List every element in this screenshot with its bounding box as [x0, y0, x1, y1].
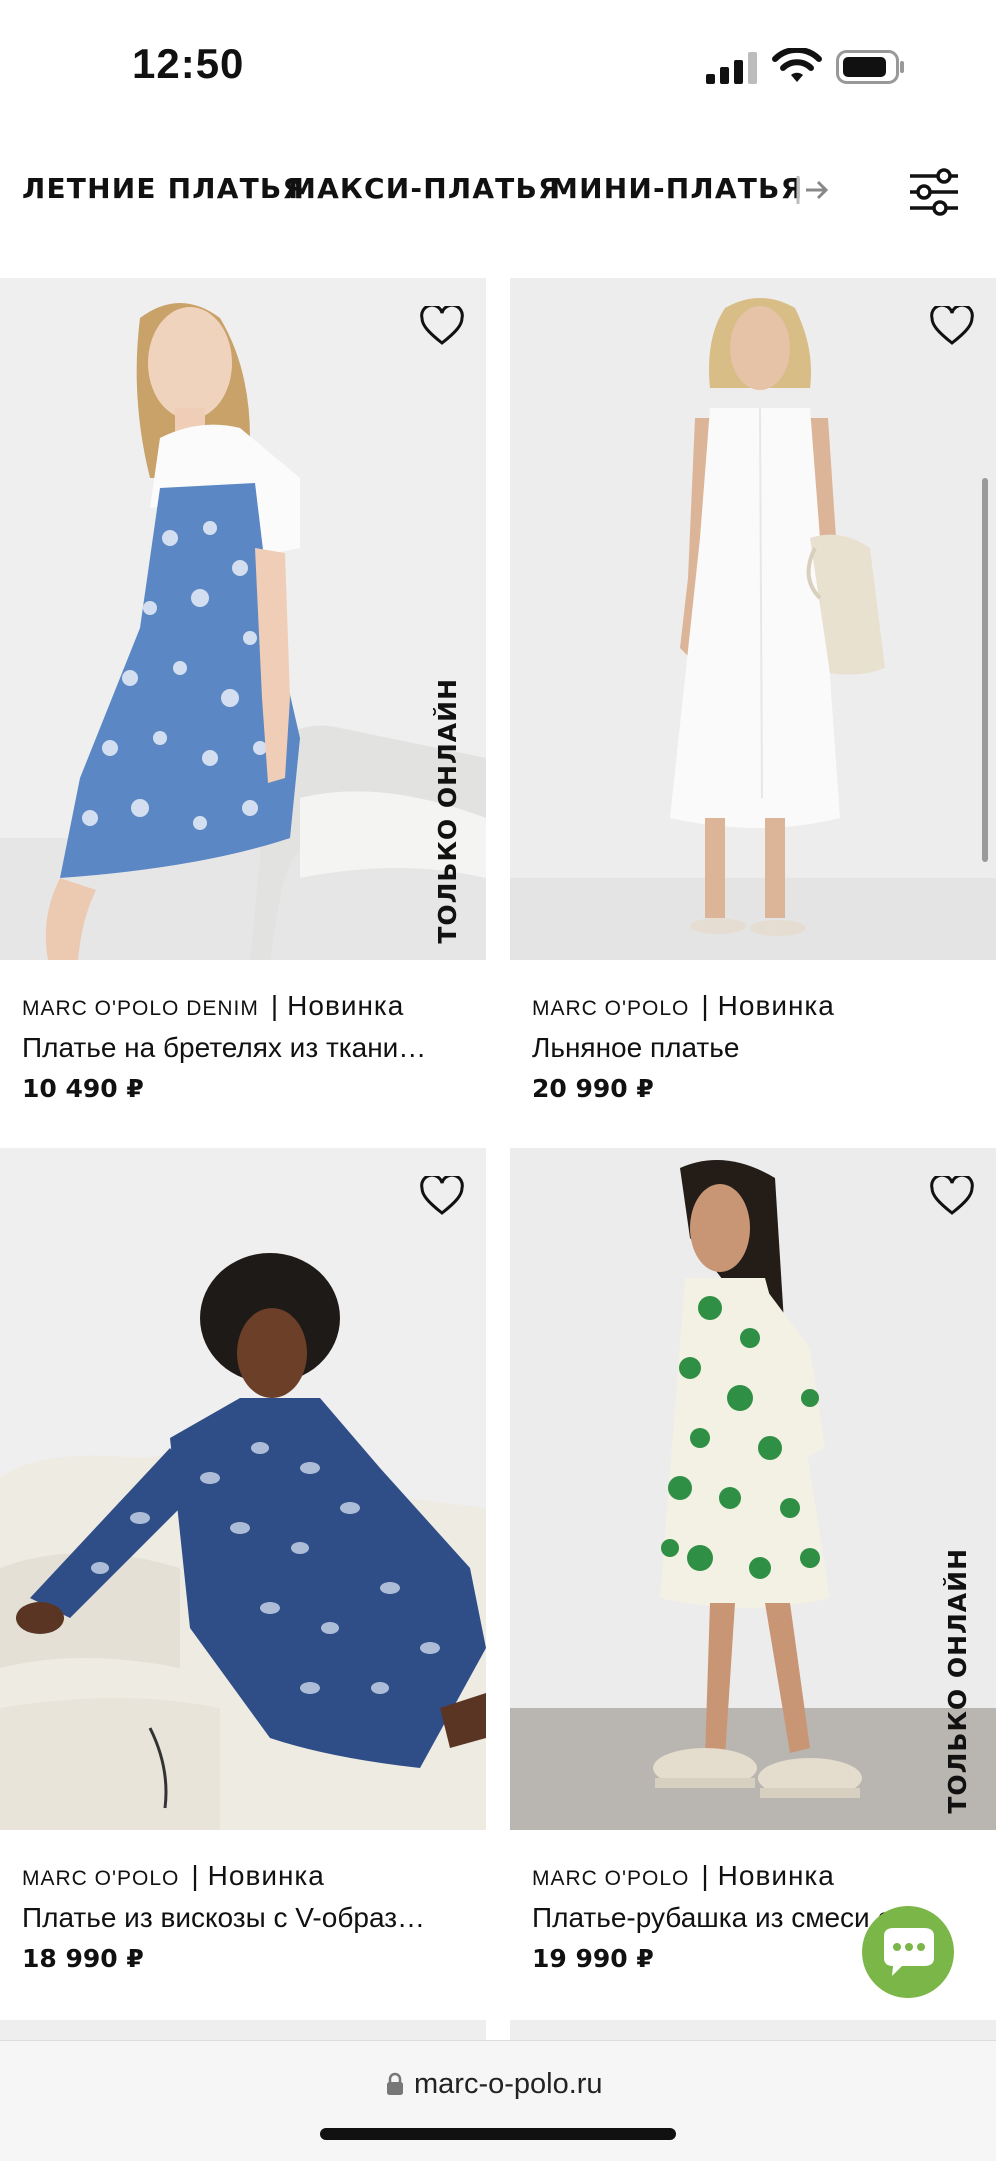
product-title[interactable]: Платье на бретелях из ткани…: [22, 1032, 472, 1064]
product-meta: MARC O'POLO | Новинка Платье из вискозы с …: [22, 1860, 472, 1973]
status-time: 12:50: [132, 40, 245, 87]
chat-icon: [884, 1928, 934, 1976]
product-image[interactable]: [510, 278, 996, 960]
brand-separator: |: [701, 1860, 710, 1891]
product-title[interactable]: Платье из вискозы с V-образ…: [22, 1902, 472, 1934]
product-meta: MARC O'POLO | Новинка Льняное платье 20 99…: [532, 990, 982, 1103]
battery-icon: [836, 50, 904, 84]
chat-button[interactable]: [862, 1906, 954, 1998]
product-brand: MARC O'POLO: [532, 1867, 690, 1890]
lock-icon: [387, 2072, 403, 2095]
heart-icon[interactable]: [930, 1176, 974, 1216]
category-mini-dresses[interactable]: МИНИ-ПЛАТЬЯ: [550, 172, 803, 205]
online-only-badge: ТОЛЬКО ОНЛАЙН: [943, 1548, 972, 1814]
product-brand: MARC O'POLO: [22, 1867, 180, 1890]
brand-separator: |: [191, 1860, 200, 1891]
category-maxi-dresses[interactable]: МАКСИ-ПЛАТЬЯ: [288, 172, 561, 205]
wifi-icon: [772, 48, 822, 82]
product-tag: Новинка: [207, 1860, 325, 1891]
home-indicator: [320, 2128, 676, 2140]
heart-icon[interactable]: [420, 1176, 464, 1216]
product-meta: MARC O'POLO DENIM | Новинка Платье на брет…: [22, 990, 472, 1103]
product-brand: MARC O'POLO: [532, 997, 690, 1020]
product-image-peek: [0, 2020, 486, 2040]
product-image[interactable]: ТОЛЬКО ОНЛАЙН: [510, 1148, 996, 1830]
cellular-signal-icon: [706, 52, 757, 84]
product-price: 18 990 ₽: [22, 1944, 144, 1973]
scroll-indicator: [982, 478, 988, 862]
url-text[interactable]: marc-o-polo.ru: [414, 2068, 603, 2101]
heart-icon[interactable]: [420, 306, 464, 346]
product-tag: Новинка: [717, 990, 835, 1021]
status-bar: 12:50: [0, 0, 996, 130]
online-only-badge: ТОЛЬКО ОНЛАЙН: [433, 678, 462, 944]
product-image[interactable]: ТОЛЬКО ОНЛАЙН: [0, 278, 486, 960]
product-image-peek: [510, 2020, 996, 2040]
product-title[interactable]: Льняное платье: [532, 1032, 982, 1064]
category-summer-dresses[interactable]: ЛЕТНИЕ ПЛАТЬЯ: [22, 172, 305, 205]
filter-sliders-icon[interactable]: [908, 168, 960, 216]
product-price: 10 490 ₽: [22, 1074, 144, 1103]
brand-separator: |: [270, 990, 280, 1021]
arrow-right-icon[interactable]: [796, 172, 832, 208]
brand-separator: |: [701, 990, 710, 1021]
product-brand: MARC O'POLO DENIM: [22, 997, 259, 1020]
product-price: 20 990 ₽: [532, 1074, 654, 1103]
product-tag: Новинка: [287, 990, 405, 1021]
product-image[interactable]: [0, 1148, 486, 1830]
heart-icon[interactable]: [930, 306, 974, 346]
product-tag: Новинка: [717, 1860, 835, 1891]
